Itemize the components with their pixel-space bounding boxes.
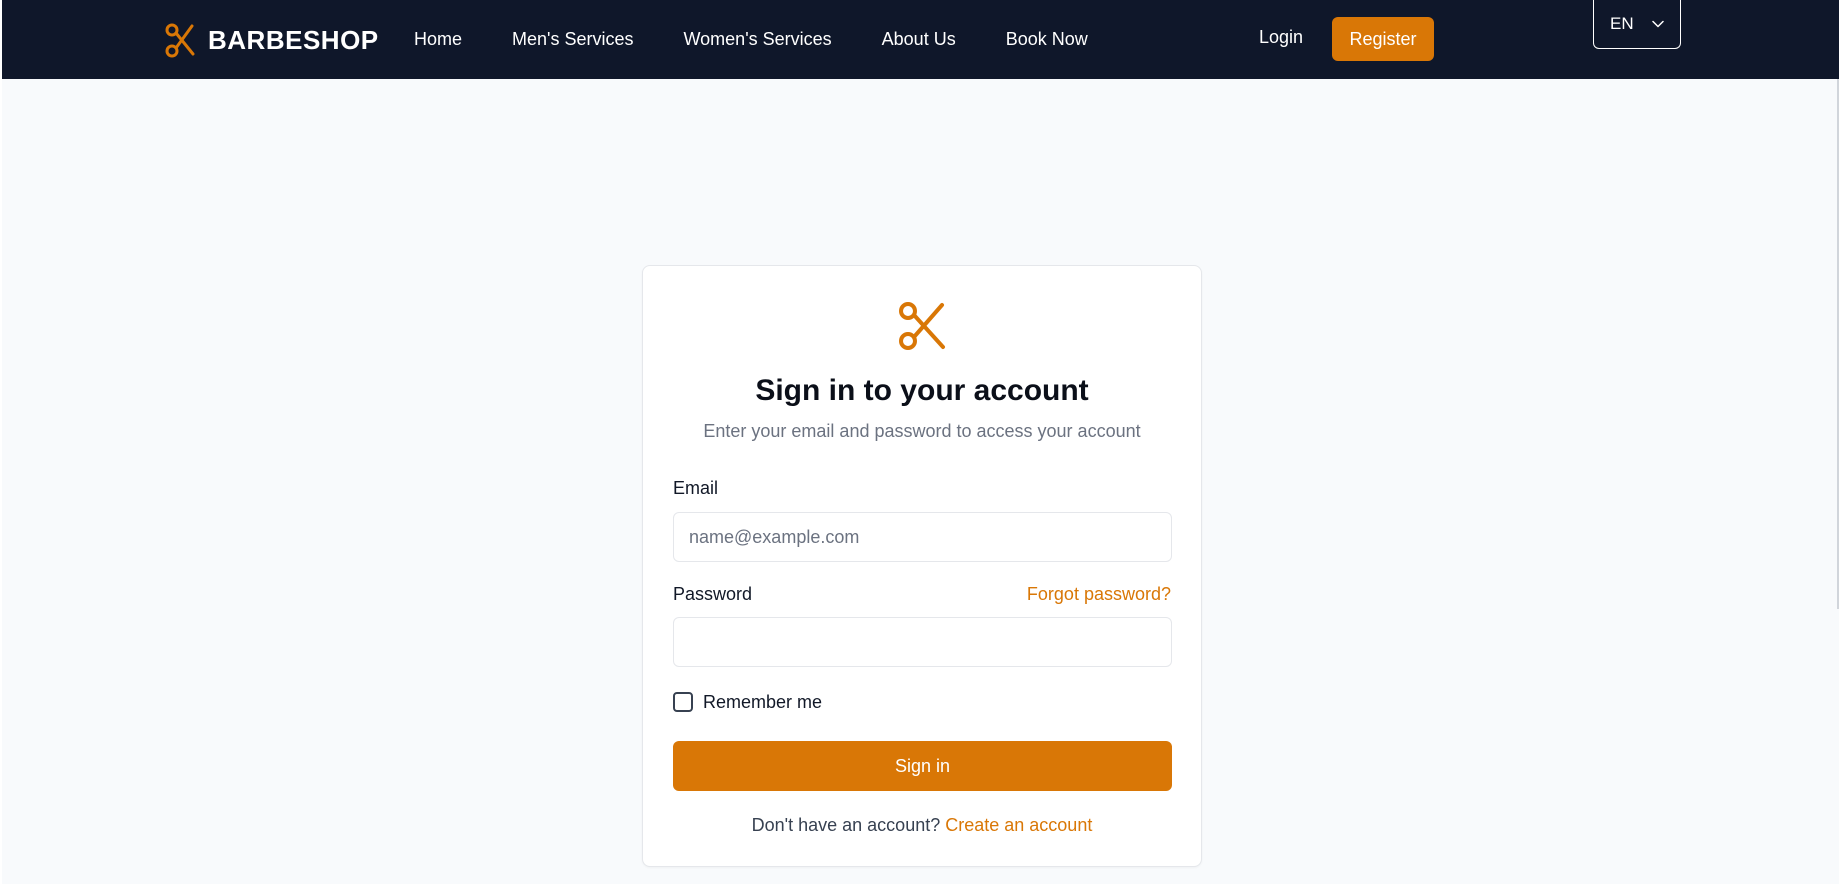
remember-me-checkbox[interactable] xyxy=(673,692,693,712)
chevron-down-icon xyxy=(1651,20,1664,28)
scissors-icon xyxy=(897,300,947,357)
brand[interactable]: BARBESHOP xyxy=(164,21,379,59)
login-card: Sign in to your account Enter your email… xyxy=(642,265,1202,867)
nav-link-mens-services[interactable]: Men's Services xyxy=(512,29,633,50)
nav-link-womens-services[interactable]: Women's Services xyxy=(684,29,832,50)
signup-prompt: Don't have an account? Create an account xyxy=(643,815,1201,836)
nav-link-home[interactable]: Home xyxy=(414,29,462,50)
password-field[interactable] xyxy=(673,617,1172,667)
language-value: EN xyxy=(1610,14,1634,33)
page: BARBESHOP Home Men's Services Women's Se… xyxy=(0,0,1839,884)
register-button[interactable]: Register xyxy=(1332,17,1434,61)
login-link[interactable]: Login xyxy=(1259,27,1303,48)
language-select[interactable]: EN xyxy=(1593,0,1681,49)
page-title: Sign in to your account xyxy=(755,374,1089,407)
password-label: Password xyxy=(673,584,753,604)
sign-in-button[interactable]: Sign in xyxy=(673,741,1172,791)
navbar: BARBESHOP Home Men's Services Women's Se… xyxy=(2,0,1839,79)
remember-me-label: Remember me xyxy=(703,691,823,712)
email-label: Email xyxy=(673,478,719,498)
remember-me: Remember me xyxy=(673,690,822,714)
nav-link-book-now[interactable]: Book Now xyxy=(1006,29,1088,50)
email-field[interactable] xyxy=(673,512,1172,562)
nav-link-about-us[interactable]: About Us xyxy=(882,29,956,50)
create-account-link[interactable]: Create an account xyxy=(945,815,1092,835)
main-nav: Home Men's Services Women's Services Abo… xyxy=(414,0,1138,79)
brand-name: BARBESHOP xyxy=(208,24,379,55)
page-subtitle: Enter your email and password to access … xyxy=(703,421,1141,441)
signup-prompt-text: Don't have an account? xyxy=(751,815,946,835)
scissors-icon xyxy=(164,22,196,58)
forgot-password-link[interactable]: Forgot password? xyxy=(1027,584,1171,605)
